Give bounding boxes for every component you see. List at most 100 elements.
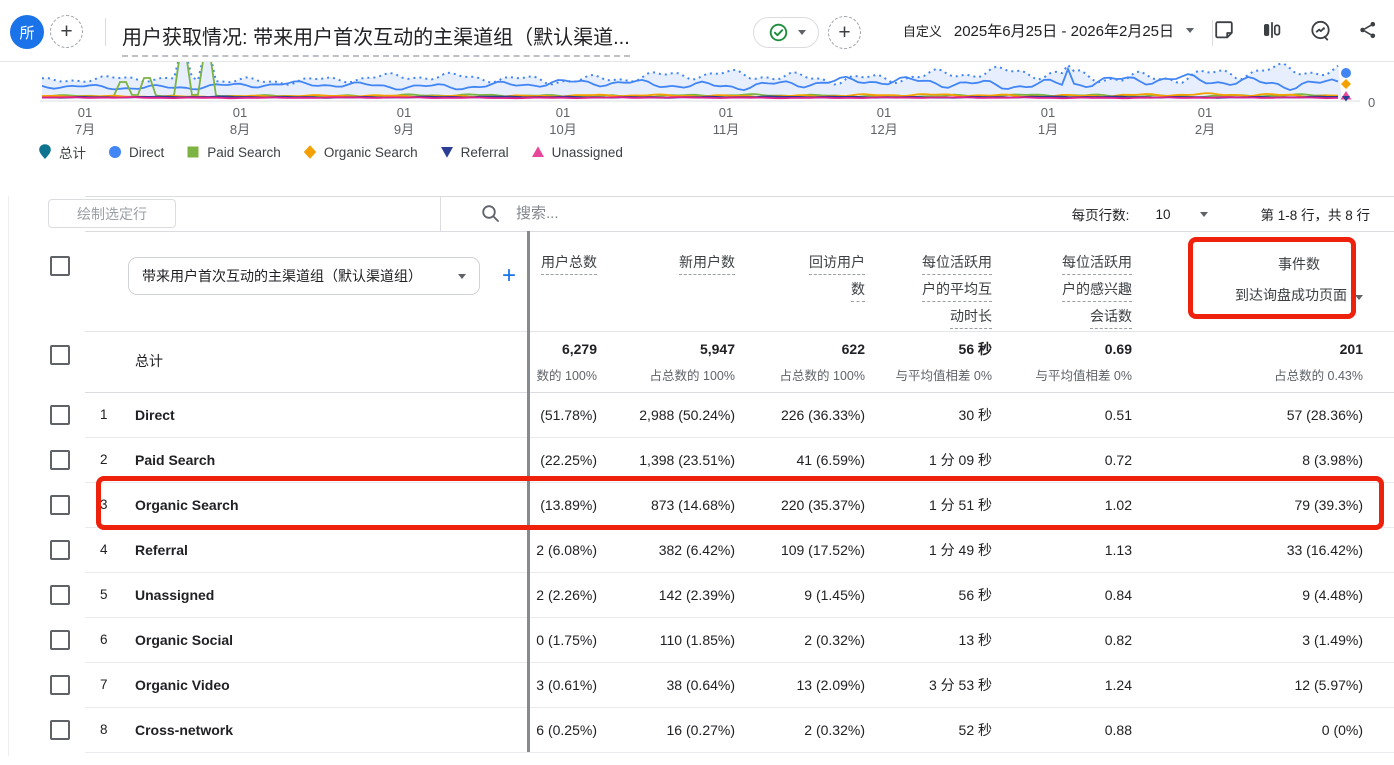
- cell-returning-users: 2 (0.32%): [735, 632, 865, 648]
- cell-returning-users: 41 (6.59%): [735, 452, 865, 468]
- plot-selected-rows-button[interactable]: 绘制选定行: [48, 199, 176, 228]
- cell-new-users: 38 (0.64%): [597, 677, 735, 693]
- share-icon[interactable]: [1356, 18, 1380, 42]
- chevron-down-icon: [798, 30, 806, 35]
- report-status-pill[interactable]: [753, 17, 819, 48]
- chevron-down-icon[interactable]: [1200, 212, 1208, 217]
- time-series-chart[interactable]: [0, 62, 1394, 102]
- frozen-pane-divider[interactable]: [527, 231, 530, 752]
- add-comparison-button[interactable]: +: [50, 15, 83, 48]
- channel-name: Referral: [135, 542, 529, 558]
- row-checkbox[interactable]: [50, 585, 70, 605]
- row-checkbox[interactable]: [50, 675, 70, 695]
- totals-cell: 201占总数的 0.43%: [1132, 331, 1363, 384]
- table-row[interactable]: 5 Unassigned 2 (2.26%) 142 (2.39%) 9 (1.…: [0, 572, 1394, 617]
- column-header-event-count[interactable]: 事件数 到达询盘成功页面: [1132, 231, 1363, 305]
- dimension-selector[interactable]: 带来用户首次互动的主渠道组（默认渠道组）: [128, 257, 480, 295]
- totals-label: 总计: [135, 331, 529, 371]
- cell-engaged-sessions: 0.82: [992, 632, 1132, 648]
- cell-event-count: 33 (16.42%): [1132, 542, 1363, 558]
- droplet-marker-icon: [38, 144, 52, 160]
- legend-item[interactable]: Referral: [440, 144, 509, 160]
- page-title[interactable]: 用户获取情况: 带来用户首次互动的主渠道组（默认渠道...: [122, 21, 630, 57]
- event-count-title: 事件数: [1235, 254, 1363, 274]
- row-index: 6: [85, 632, 135, 647]
- column-header-returning-users[interactable]: 回访用户数: [735, 231, 865, 308]
- row-checkbox[interactable]: [50, 720, 70, 740]
- row-checkbox[interactable]: [50, 540, 70, 560]
- add-dimension-button[interactable]: +: [494, 261, 524, 291]
- table-row[interactable]: 6 Organic Social 0 (1.75%) 110 (1.85%) 2…: [0, 617, 1394, 662]
- acquisition-table: 用户总数 新用户数 回访用户数 每位活跃用户的平均互动时长 每位活跃用户的感兴趣…: [0, 231, 1394, 752]
- event-name: 到达询盘成功页面: [1235, 287, 1347, 303]
- cell-avg-engagement-time: 56 秒: [865, 585, 992, 605]
- x-axis-tick: 01 9月: [394, 104, 414, 138]
- cell-engaged-sessions: 0.72: [992, 452, 1132, 468]
- x-axis-tick: 01 10月: [549, 104, 576, 138]
- row-checkbox[interactable]: [50, 495, 70, 515]
- cell-event-count: 3 (1.49%): [1132, 632, 1363, 648]
- cell-new-users: 2,988 (50.24%): [597, 407, 735, 423]
- x-axis-tick: 01 11月: [713, 104, 740, 138]
- insights-icon[interactable]: [1308, 18, 1332, 42]
- cell-engaged-sessions: 1.13: [992, 542, 1132, 558]
- cell-returning-users: 226 (36.33%): [735, 407, 865, 423]
- cell-returning-users: 220 (35.37%): [735, 497, 865, 513]
- cell-returning-users: 9 (1.45%): [735, 587, 865, 603]
- table-row[interactable]: 2 Paid Search (22.25%) 1,398 (23.51%) 41…: [0, 437, 1394, 482]
- cell-total-users: 2 (2.26%): [529, 587, 597, 603]
- add-report-button[interactable]: +: [828, 16, 861, 49]
- legend-item[interactable]: Direct: [108, 144, 164, 160]
- legend-item[interactable]: Unassigned: [531, 144, 623, 160]
- date-range-picker[interactable]: 自定义 2025年6月25日 - 2026年2月25日: [903, 20, 1194, 41]
- channel-name: Organic Search: [135, 497, 529, 513]
- column-header-avg-engagement-time[interactable]: 每位活跃用户的平均互动时长: [865, 231, 992, 335]
- legend-item[interactable]: 总计: [38, 142, 86, 162]
- row-index: 8: [85, 722, 135, 737]
- cell-total-users: 3 (0.61%): [529, 677, 597, 693]
- table-row[interactable]: 7 Organic Video 3 (0.61%) 38 (0.64%) 13 …: [0, 662, 1394, 707]
- channel-name: Unassigned: [135, 587, 529, 603]
- cell-total-users: (13.89%): [529, 497, 597, 513]
- table-row[interactable]: 1 Direct (51.78%) 2,988 (50.24%) 226 (36…: [0, 392, 1394, 437]
- totals-row: 总计 6,279数的 100% 5,947占总数的 100% 622占总数的 1…: [0, 331, 1394, 392]
- select-all-checkbox[interactable]: [50, 256, 70, 276]
- cell-event-count: 9 (4.48%): [1132, 587, 1363, 603]
- row-checkbox[interactable]: [50, 630, 70, 650]
- table-search[interactable]: [478, 201, 816, 225]
- row-checkbox[interactable]: [50, 405, 70, 425]
- check-circle-icon: [767, 21, 791, 45]
- channel-name: Organic Social: [135, 632, 529, 648]
- pagination-controls: 每页行数: 10 第 1-8 行，共 8 行: [1072, 204, 1370, 224]
- search-input[interactable]: [516, 205, 816, 222]
- legend-item[interactable]: Organic Search: [303, 144, 418, 160]
- column-header-users[interactable]: 用户总数: [529, 231, 597, 281]
- chevron-down-icon[interactable]: [1355, 295, 1363, 300]
- table-row[interactable]: 8 Cross-network 6 (0.25%) 16 (0.27%) 2 (…: [0, 707, 1394, 752]
- account-avatar[interactable]: 所: [10, 15, 44, 49]
- row-index: 4: [85, 542, 135, 557]
- cell-avg-engagement-time: 1 分 49 秒: [865, 540, 992, 560]
- totals-checkbox[interactable]: [50, 345, 70, 365]
- cell-total-users: 6 (0.25%): [529, 722, 597, 738]
- rows-per-page-value[interactable]: 10: [1155, 207, 1170, 222]
- column-header-new-users[interactable]: 新用户数: [597, 231, 735, 281]
- legend-item[interactable]: Paid Search: [186, 144, 281, 160]
- cell-avg-engagement-time: 3 分 53 秒: [865, 675, 992, 695]
- note-icon[interactable]: [1212, 18, 1236, 42]
- pagination-range: 第 1-8 行，共 8 行: [1260, 204, 1370, 224]
- cell-engaged-sessions: 0.88: [992, 722, 1132, 738]
- comparison-icon[interactable]: [1260, 18, 1284, 42]
- table-row[interactable]: 3 Organic Search (13.89%) 873 (14.68%) 2…: [0, 482, 1394, 527]
- top-bar: 所 + 用户获取情况: 带来用户首次互动的主渠道组（默认渠道... + 自定义 …: [0, 0, 1394, 62]
- cell-total-users: (51.78%): [529, 407, 597, 423]
- column-header-engaged-sessions[interactable]: 每位活跃用户的感兴趣会话数: [992, 231, 1132, 335]
- row-checkbox[interactable]: [50, 450, 70, 470]
- series-end-markers: [1341, 68, 1352, 102]
- table-row[interactable]: 4 Referral 2 (6.08%) 382 (6.42%) 109 (17…: [0, 527, 1394, 572]
- cell-engaged-sessions: 1.02: [992, 497, 1132, 513]
- cell-returning-users: 2 (0.32%): [735, 722, 865, 738]
- totals-cell: 56 秒与平均值相差 0%: [865, 331, 992, 384]
- x-axis-tick: 01 2月: [1195, 104, 1215, 138]
- cell-total-users: 0 (1.75%): [529, 632, 597, 648]
